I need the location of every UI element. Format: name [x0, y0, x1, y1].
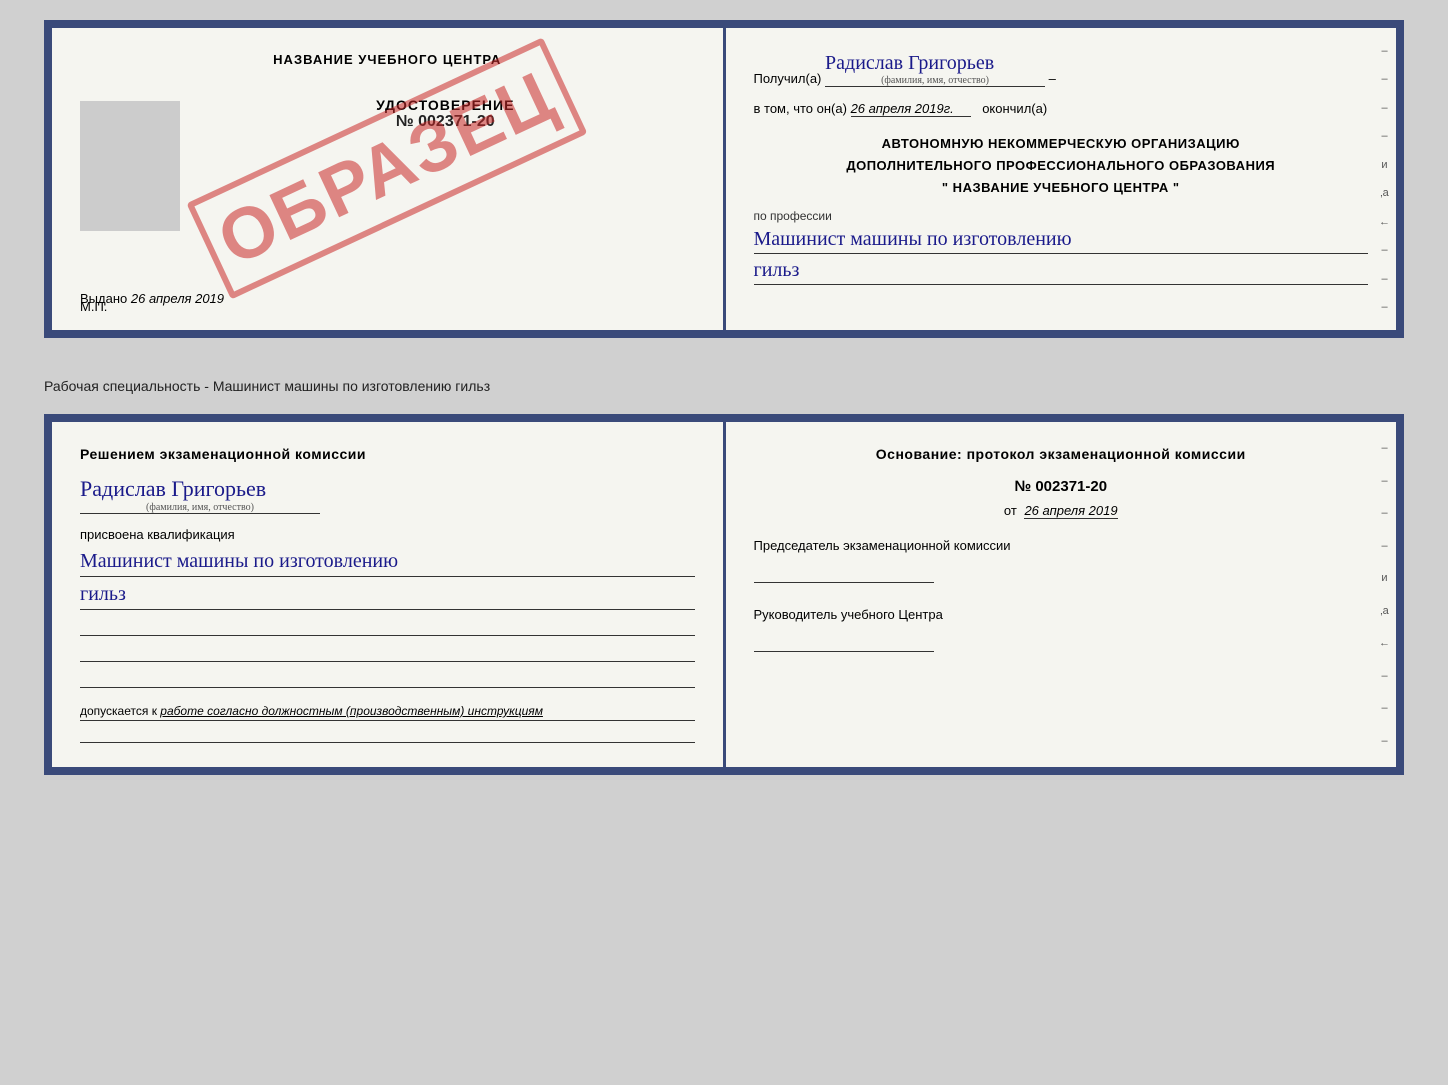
edge-mark-b2: –: [1381, 475, 1387, 487]
edge-mark-b1: –: [1381, 442, 1387, 454]
org-block: АВТОНОМНУЮ НЕКОММЕРЧЕСКУЮ ОРГАНИЗАЦИЮ ДО…: [754, 133, 1369, 199]
empty-line-2: [80, 646, 695, 662]
top-document: НАЗВАНИЕ УЧЕБНОГО ЦЕНТРА УДОСТОВЕРЕНИЕ №…: [44, 20, 1404, 338]
predsedatel-sig-line: [754, 563, 934, 583]
vtom-suffix: окончил(а): [982, 101, 1047, 116]
obrazec-stamp: ОБРАЗЕЦ: [187, 37, 588, 299]
profession-line2: гильз: [754, 256, 1369, 285]
predsedatel-label: Председатель экзаменационной комиссии: [754, 538, 1369, 553]
edge-mark-9: –: [1381, 273, 1387, 285]
poluchil-line: Получил(а) Радислав Григорьев (фамилия, …: [754, 52, 1369, 87]
edge-mark-7: ←: [1379, 216, 1390, 228]
profession-line1: Машинист машины по изготовлению: [754, 225, 1369, 254]
photo-placeholder: [80, 101, 180, 231]
org-line2: ДОПОЛНИТЕЛЬНОГО ПРОФЕССИОНАЛЬНОГО ОБРАЗО…: [754, 155, 1369, 177]
edge-mark-b4: –: [1381, 540, 1387, 552]
edge-mark-6: ‚а: [1380, 187, 1389, 199]
edge-mark-b7: ←: [1379, 637, 1390, 649]
dopuskaetsya-text: работе согласно должностным (производств…: [160, 704, 543, 718]
vtom-line: в том, что он(а) 26 апреля 2019г. окончи…: [754, 101, 1369, 117]
edge-mark-5: и: [1381, 159, 1387, 171]
edge-mark-b5: и: [1381, 572, 1387, 584]
empty-line-3: [80, 672, 695, 688]
top-doc-left: НАЗВАНИЕ УЧЕБНОГО ЦЕНТРА УДОСТОВЕРЕНИЕ №…: [52, 28, 726, 330]
edge-mark-4: –: [1381, 130, 1387, 142]
poluchil-sub: (фамилия, имя, отчество): [825, 75, 1045, 86]
bottom-doc-left: Решением экзаменационной комиссии Радисл…: [52, 422, 726, 767]
empty-line-1: [80, 620, 695, 636]
person-name-block: Радислав Григорьев (фамилия, имя, отчест…: [80, 476, 695, 515]
edge-mark-b3: –: [1381, 507, 1387, 519]
top-doc-right: Получил(а) Радислав Григорьев (фамилия, …: [726, 28, 1397, 330]
edge-mark-3: –: [1381, 102, 1387, 114]
edge-mark-1: –: [1381, 45, 1387, 57]
poluchil-name: Радислав Григорьев (фамилия, имя, отчест…: [825, 52, 1045, 87]
edge-mark-8: –: [1381, 244, 1387, 256]
vtom-date: 26 апреля 2019г.: [851, 101, 971, 117]
ot-date-val: 26 апреля 2019: [1024, 503, 1117, 519]
person-name-bottom: Радислав Григорьев (фамилия, имя, отчест…: [80, 476, 320, 514]
dopuskaetsya-prefix: допускается к: [80, 704, 157, 718]
edge-mark-b10: –: [1381, 735, 1387, 747]
specialty-label: Рабочая специальность - Машинист машины …: [44, 370, 1404, 402]
edge-mark-b8: –: [1381, 670, 1387, 682]
bottom-doc-right: Основание: протокол экзаменационной коми…: [726, 422, 1397, 767]
mp-label: М.П.: [80, 299, 107, 314]
vtom-prefix: в том, что он(а): [754, 101, 847, 116]
kvalifikaciya-line1: Машинист машины по изготовлению: [80, 546, 695, 577]
poluchil-prefix: Получил(а): [754, 71, 822, 86]
vydano-line: Выдано 26 апреля 2019: [80, 291, 695, 306]
ot-date: от 26 апреля 2019: [754, 503, 1369, 518]
kvalifikaciya-line2: гильз: [80, 579, 695, 610]
vydano-date: 26 апреля 2019: [131, 291, 224, 306]
rukovoditel-sig-line: [754, 632, 934, 652]
rukovoditel-block: Руководитель учебного Центра: [754, 607, 1369, 652]
org-name: " НАЗВАНИЕ УЧЕБНОГО ЦЕНТРА ": [754, 177, 1369, 199]
dopuskaetsya-line-extra: [80, 727, 695, 743]
predsedatel-block: Председатель экзаменационной комиссии: [754, 538, 1369, 583]
protocol-number: № 002371-20: [754, 478, 1369, 495]
edge-mark-2: –: [1381, 73, 1387, 85]
osnovanie-title: Основание: протокол экзаменационной коми…: [754, 446, 1369, 462]
rukovoditel-label: Руководитель учебного Центра: [754, 607, 1369, 622]
edge-mark-b6: ‚а: [1380, 605, 1389, 617]
resheniem-title: Решением экзаменационной комиссии: [80, 446, 695, 462]
po-professii-label: по профессии: [754, 209, 1369, 223]
bottom-document: Решением экзаменационной комиссии Радисл…: [44, 414, 1404, 775]
org-line1: АВТОНОМНУЮ НЕКОММЕРЧЕСКУЮ ОРГАНИЗАЦИЮ: [754, 133, 1369, 155]
ot-label: от: [1004, 503, 1017, 518]
person-sub: (фамилия, имя, отчество): [80, 502, 320, 513]
dopuskaetsya-line: допускается к работе согласно должностны…: [80, 704, 695, 721]
edge-mark-10: –: [1381, 301, 1387, 313]
edge-mark-b9: –: [1381, 702, 1387, 714]
top-left-title: НАЗВАНИЕ УЧЕБНОГО ЦЕНТРА: [80, 52, 695, 67]
prisvoena-label: присвоена квалификация: [80, 527, 695, 542]
